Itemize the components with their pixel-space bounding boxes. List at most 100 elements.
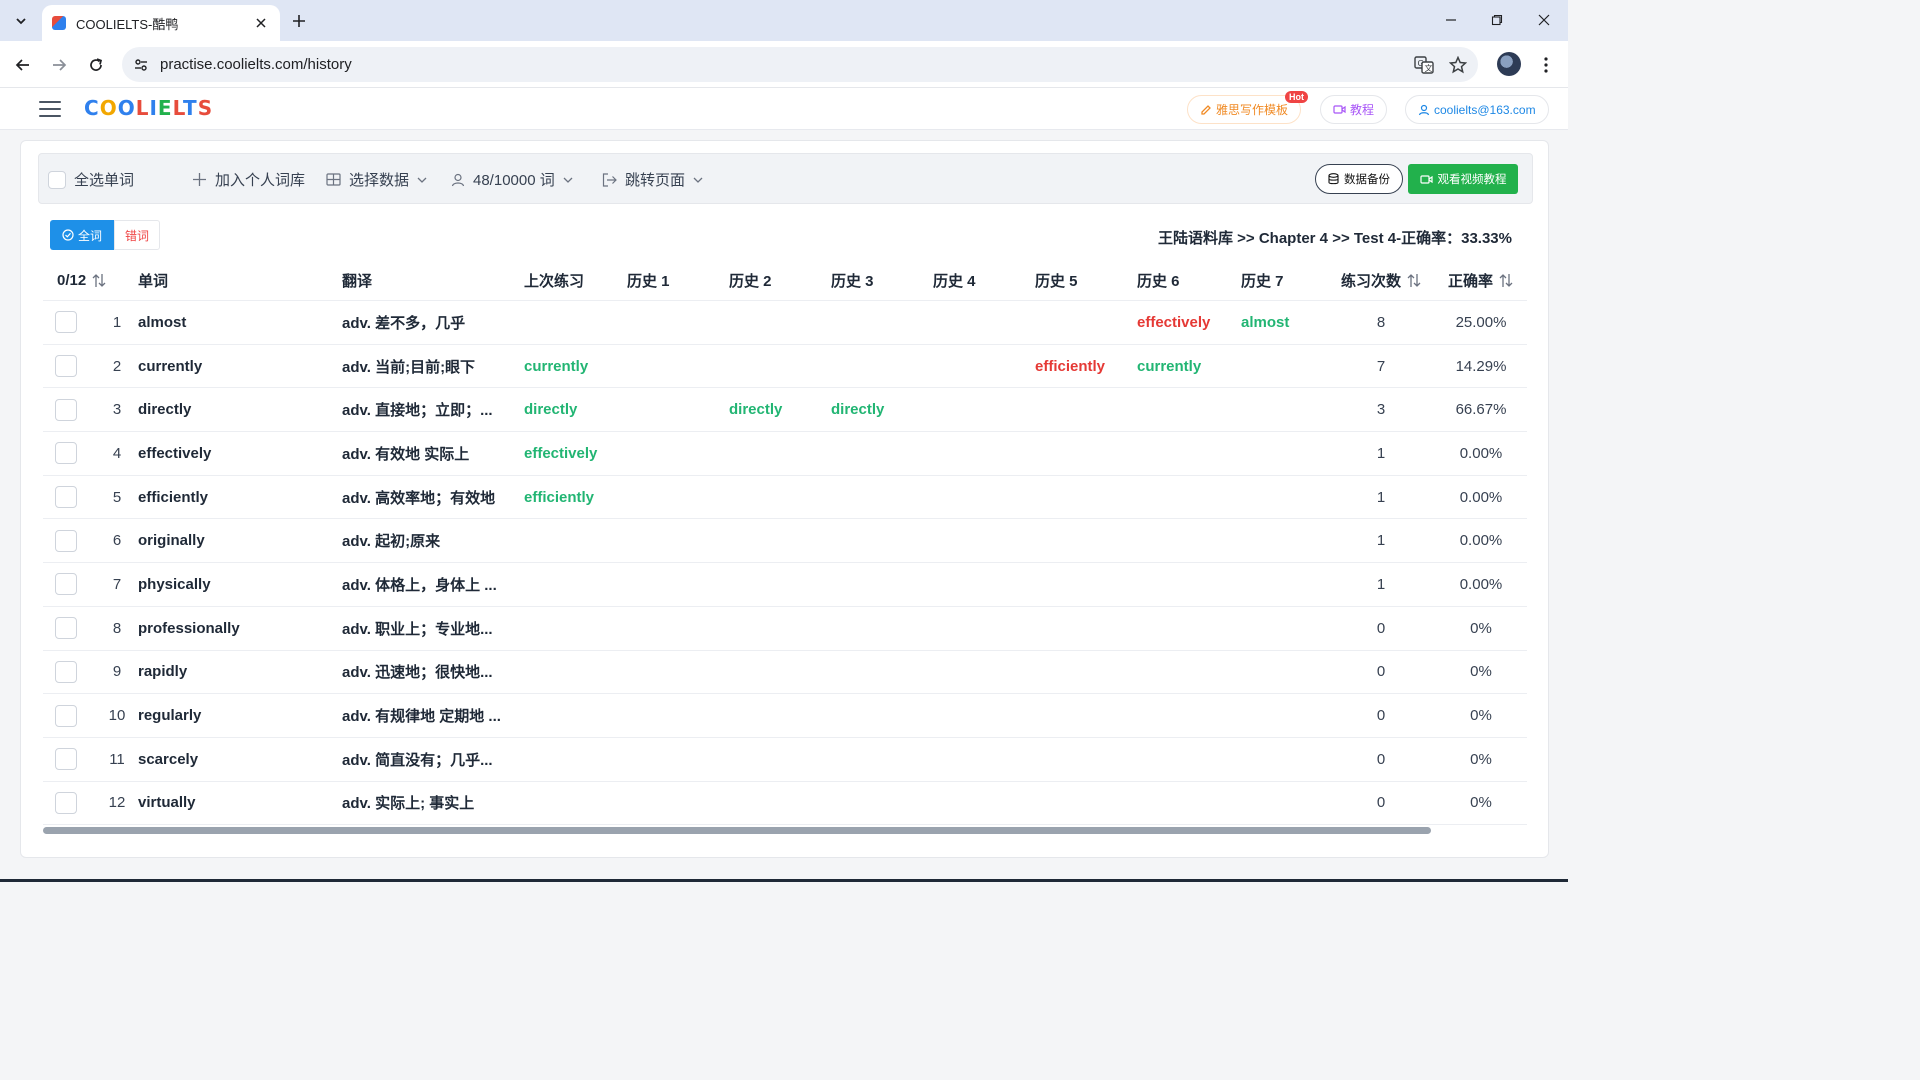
tutorial-button[interactable]: 教程 xyxy=(1320,95,1388,124)
jump-page-dropdown[interactable]: 跳转页面 xyxy=(602,154,703,205)
history-4-header: 历史 4 xyxy=(933,272,976,290)
user-account-button[interactable]: coolielts@163.com xyxy=(1405,95,1549,124)
checkbox[interactable] xyxy=(55,486,77,509)
checkbox[interactable] xyxy=(55,442,77,465)
word-cell: currently xyxy=(138,357,203,375)
restore-icon[interactable] xyxy=(1483,8,1511,32)
logo-letter: O xyxy=(117,96,136,120)
row-checkbox[interactable] xyxy=(55,738,77,781)
accuracy-header[interactable]: 正确率 xyxy=(1448,260,1528,300)
exit-arrow-icon xyxy=(602,172,617,187)
practice-count-cell: 8 xyxy=(1376,313,1386,331)
checkbox[interactable] xyxy=(55,791,77,814)
checkbox[interactable] xyxy=(55,617,77,640)
wrong-words-tab[interactable]: 错词 xyxy=(114,220,160,250)
tab-title: COOLIELTS-酷鸭 xyxy=(76,16,179,32)
check-circle-icon xyxy=(62,229,74,241)
row-checkbox[interactable] xyxy=(55,651,77,694)
table-row[interactable]: 2 currently adv. 当前;目前;眼下 currently efficien… xyxy=(43,345,1527,389)
video-icon xyxy=(1419,174,1433,185)
row-checkbox[interactable] xyxy=(55,476,77,519)
word-header: 单词 xyxy=(138,272,169,290)
profile-avatar[interactable] xyxy=(1497,52,1521,76)
checkbox[interactable] xyxy=(48,170,66,189)
last-practice-cell: directly xyxy=(524,401,578,419)
window-close-icon[interactable] xyxy=(1530,8,1558,32)
table-row[interactable]: 12 virtually adv. 实际上; 事实上 0 0% xyxy=(43,782,1527,826)
user-icon xyxy=(451,173,465,187)
bookmark-star-icon[interactable] xyxy=(1444,51,1472,79)
table-row[interactable]: 5 efficiently adv. 高效率地；有效地 efficiently 1 0.0… xyxy=(43,476,1527,520)
sort-icon[interactable] xyxy=(92,273,106,288)
add-to-vocab-button[interactable]: 加入个人词库 xyxy=(192,154,305,205)
checkbox[interactable] xyxy=(55,660,77,683)
all-words-tab[interactable]: 全词 xyxy=(50,220,114,250)
select-data-dropdown[interactable]: 选择数据 xyxy=(326,154,427,205)
table-row[interactable]: 4 effectively adv. 有效地 实际上 effectively 1 0.00… xyxy=(43,432,1527,476)
checkbox[interactable] xyxy=(55,529,77,552)
app-logo[interactable]: COOLIELTS xyxy=(84,96,213,120)
translate-icon[interactable]: G文 xyxy=(1410,51,1438,79)
minimize-icon[interactable] xyxy=(1437,8,1465,32)
user-icon xyxy=(1418,104,1430,116)
accuracy-cell: 0% xyxy=(1470,707,1492,725)
logo-letter: S xyxy=(197,96,214,120)
practice-count-cell: 0 xyxy=(1376,619,1386,637)
word-cell: effectively xyxy=(138,444,212,462)
site-settings-icon[interactable] xyxy=(126,50,156,80)
checkbox[interactable] xyxy=(55,573,77,596)
row-checkbox[interactable] xyxy=(55,563,77,606)
checkbox[interactable] xyxy=(55,704,77,727)
tab-search-chevron-icon[interactable] xyxy=(8,8,34,34)
select-all-checkbox[interactable]: 全选单词 xyxy=(48,154,134,205)
row-checkbox[interactable] xyxy=(55,782,77,825)
row-checkbox[interactable] xyxy=(55,301,77,344)
row-checkbox[interactable] xyxy=(55,345,77,388)
browser-tab[interactable]: COOLIELTS-酷鸭 xyxy=(42,5,280,41)
url-text[interactable]: practise.coolielts.com/history xyxy=(160,56,1410,73)
table-row[interactable]: 10 regularly adv. 有规律地 定期地 ... 0 0% xyxy=(43,694,1527,738)
back-arrow-icon[interactable] xyxy=(10,52,36,78)
checkbox[interactable] xyxy=(55,311,77,334)
checkbox[interactable] xyxy=(55,355,77,378)
word-cell: scarcely xyxy=(138,750,199,768)
table-row[interactable]: 1 almost adv. 差不多，几乎 effectively almost 8 25.0… xyxy=(43,301,1527,345)
browser-menu-icon[interactable] xyxy=(1536,52,1556,78)
word-cell: physically xyxy=(138,575,211,593)
table-row[interactable]: 3 directly adv. 直接地；立即；... directly directly… xyxy=(43,388,1527,433)
forward-arrow-icon[interactable] xyxy=(46,52,72,78)
checkbox[interactable] xyxy=(55,398,77,421)
practice-count-cell: 0 xyxy=(1376,663,1386,681)
row-checkbox[interactable] xyxy=(55,388,77,431)
practice-count-header[interactable]: 练习次数 xyxy=(1341,260,1421,300)
last-practice-header: 上次练习 xyxy=(524,272,585,290)
table-row[interactable]: 7 physically adv. 体格上，身体上 ... 1 0.00% xyxy=(43,563,1527,607)
writing-template-button[interactable]: 雅思写作模板 Hot xyxy=(1187,91,1309,124)
history-1-header: 历史 1 xyxy=(627,272,670,290)
data-backup-button[interactable]: 数据备份 xyxy=(1315,164,1403,194)
row-checkbox[interactable] xyxy=(55,432,77,475)
watch-video-button[interactable]: 观看视频教程 xyxy=(1408,164,1518,194)
table-row[interactable]: 8 professionally adv. 职业上；专业地... 0 0% xyxy=(43,607,1527,651)
table-row[interactable]: 6 originally adv. 起初;原来 1 0.00% xyxy=(43,519,1527,564)
row-checkbox[interactable] xyxy=(55,607,77,650)
menu-hamburger-icon[interactable] xyxy=(38,98,62,120)
sort-icon[interactable] xyxy=(1407,273,1421,288)
row-checkbox[interactable] xyxy=(55,519,77,562)
horizontal-scrollbar[interactable] xyxy=(43,827,1431,834)
new-tab-plus-icon[interactable] xyxy=(288,10,310,32)
word-count-dropdown[interactable]: 48/10000 词 xyxy=(451,154,573,205)
add-to-vocab-label: 加入个人词库 xyxy=(215,172,306,189)
tab-close-icon[interactable] xyxy=(252,14,270,32)
accuracy-cell: 0.00% xyxy=(1459,444,1503,462)
sort-icon[interactable] xyxy=(1499,273,1513,288)
history-6-cell: effectively xyxy=(1137,313,1211,331)
selected-count-header[interactable]: 0/12 xyxy=(57,260,106,300)
address-bar[interactable]: practise.coolielts.com/history G文 xyxy=(122,47,1478,82)
table-row[interactable]: 9 rapidly adv. 迅速地；很快地... 0 0% xyxy=(43,651,1527,695)
checkbox[interactable] xyxy=(55,748,77,771)
row-checkbox[interactable] xyxy=(55,694,77,737)
row-index: 3 xyxy=(112,401,122,419)
reload-icon[interactable] xyxy=(83,52,109,78)
table-row[interactable]: 11 scarcely adv. 简直没有；几乎... 0 0% xyxy=(43,738,1527,782)
